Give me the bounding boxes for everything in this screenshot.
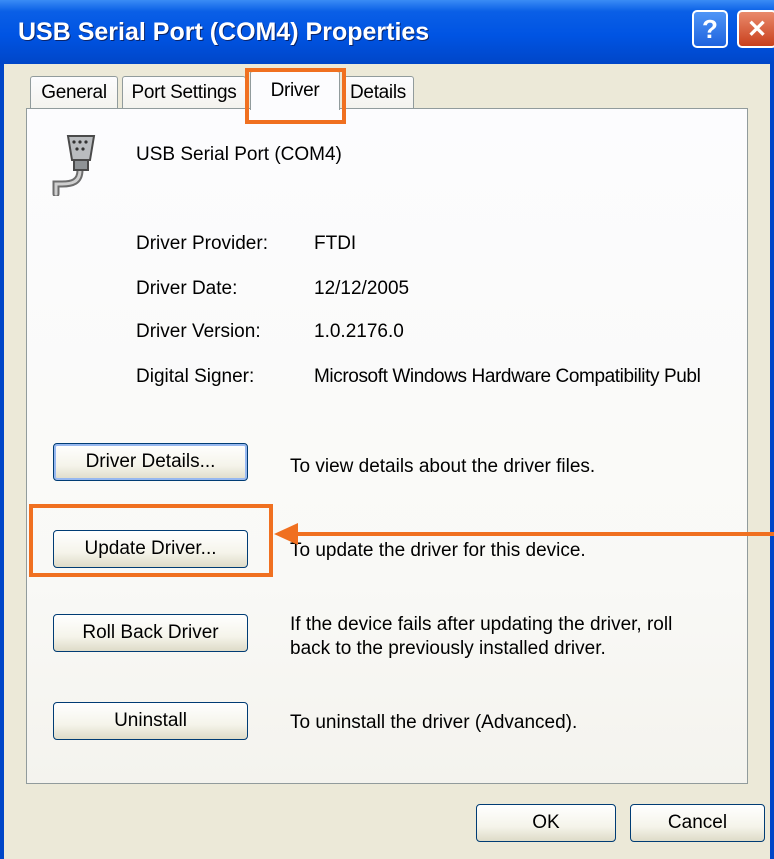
roll-back-description-line2: back to the previously installed driver. xyxy=(290,638,606,659)
close-button[interactable]: ✕ xyxy=(737,10,774,48)
driver-provider-value: FTDI xyxy=(314,233,357,254)
close-icon: ✕ xyxy=(746,15,768,43)
tab-port-settings[interactable]: Port Settings xyxy=(122,76,246,108)
uninstall-button[interactable]: Uninstall xyxy=(53,702,248,740)
cancel-label: Cancel xyxy=(667,812,728,833)
driver-version-value: 1.0.2176.0 xyxy=(314,321,404,342)
driver-details-label: Driver Details... xyxy=(85,451,216,472)
tab-general[interactable]: General xyxy=(30,76,118,108)
cancel-button[interactable]: Cancel xyxy=(630,804,765,842)
title-bar[interactable]: USB Serial Port (COM4) Properties ? ✕ xyxy=(0,0,774,64)
digital-signer-value: Microsoft Windows Hardware Compatibility… xyxy=(314,366,701,387)
device-name: USB Serial Port (COM4) xyxy=(136,144,342,165)
window-title: USB Serial Port (COM4) Properties xyxy=(18,18,430,46)
window-border-left xyxy=(0,64,4,859)
uninstall-label: Uninstall xyxy=(114,710,187,731)
ok-button[interactable]: OK xyxy=(476,804,616,842)
roll-back-driver-label: Roll Back Driver xyxy=(82,622,219,643)
help-icon: ? xyxy=(702,13,718,44)
tab-details[interactable]: Details xyxy=(342,76,414,108)
roll-back-description-line1: If the device fails after updating the d… xyxy=(290,614,673,635)
window-border-right xyxy=(770,64,774,859)
driver-details-description: To view details about the driver files. xyxy=(290,456,596,477)
update-driver-highlight xyxy=(29,504,273,577)
help-button[interactable]: ? xyxy=(692,10,728,48)
uninstall-description: To uninstall the driver (Advanced). xyxy=(290,712,578,733)
pointer-arrow-icon xyxy=(274,523,774,545)
driver-provider-label: Driver Provider: xyxy=(136,233,268,254)
roll-back-driver-button[interactable]: Roll Back Driver xyxy=(53,614,248,652)
driver-date-value: 12/12/2005 xyxy=(314,278,410,299)
driver-version-label: Driver Version: xyxy=(136,321,261,342)
driver-details-button[interactable]: Driver Details... xyxy=(53,443,248,481)
driver-tab-highlight xyxy=(245,68,346,124)
driver-date-label: Driver Date: xyxy=(136,278,238,299)
digital-signer-label: Digital Signer: xyxy=(136,366,255,387)
roll-back-description: If the device fails after updating the d… xyxy=(290,613,672,661)
serial-port-icon xyxy=(52,135,96,196)
ok-label: OK xyxy=(532,812,560,833)
